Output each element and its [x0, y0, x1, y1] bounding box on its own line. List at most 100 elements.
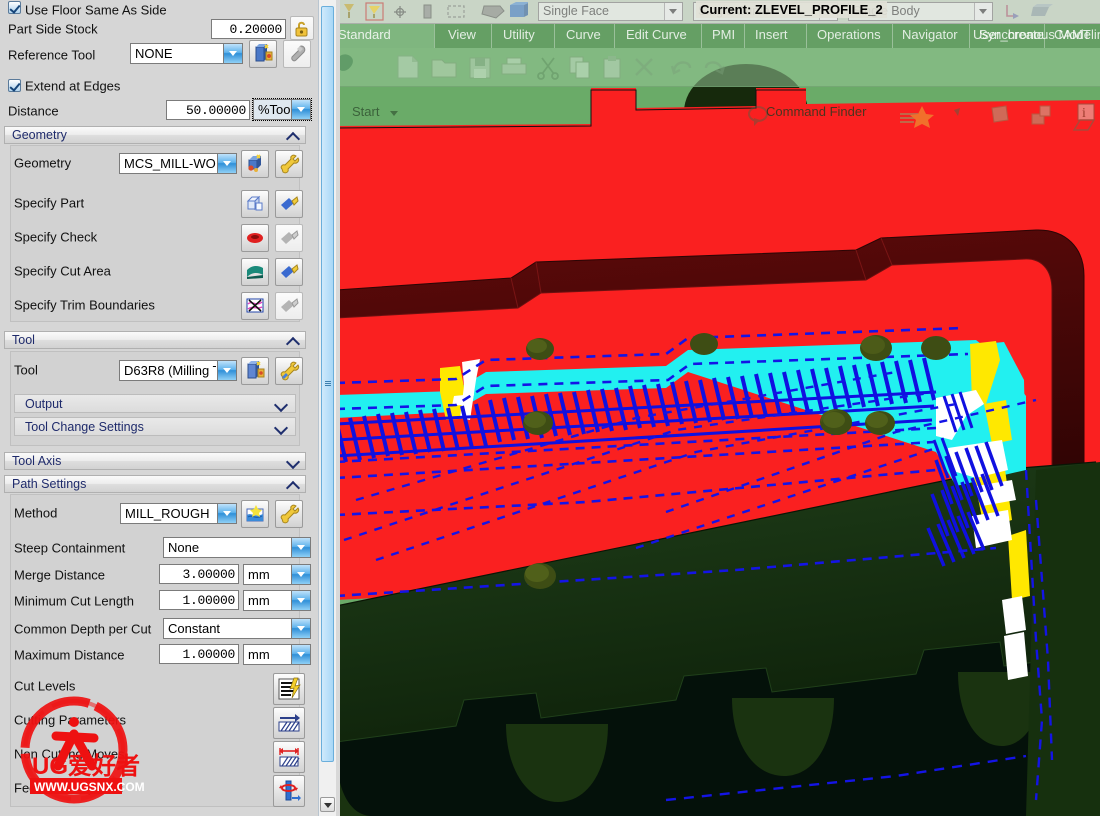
ribbon-tab-pmi[interactable]: PMI [712, 27, 735, 45]
section-header-geometry[interactable]: Geometry [4, 126, 306, 144]
ribbon-tab-camt[interactable]: CAMT [1054, 27, 1091, 45]
start-menu-button[interactable]: Start [352, 104, 379, 119]
create-geometry-button[interactable] [241, 150, 269, 178]
edit-method-button[interactable] [275, 500, 303, 528]
ribbon-tab-insert[interactable]: Insert [755, 27, 788, 45]
merge-distance-label: Merge Distance [14, 567, 106, 583]
section-header-tool[interactable]: Tool [4, 331, 306, 349]
row-specify-cut-area: Specify Cut Area [0, 258, 318, 286]
create-tool-button[interactable] [249, 40, 277, 68]
edit-tool-settings-button[interactable] [275, 357, 303, 385]
chevron-up-icon[interactable] [287, 479, 299, 491]
reference-tool-dropdown[interactable]: NONE [130, 43, 243, 64]
tool-value: D63R8 (Milling T [124, 363, 216, 378]
command-finder-label[interactable]: Command Finder [766, 104, 866, 119]
ribbon-tab-edit-curve[interactable]: Edit Curve [626, 27, 687, 45]
use-floor-same-as-side-checkbox[interactable] [8, 1, 21, 14]
create-new-tool-button[interactable] [241, 357, 269, 385]
ribbon-tab-utility[interactable]: Utility [503, 27, 535, 45]
distance-input[interactable]: 50.00000 [166, 100, 250, 120]
chevron-down-icon[interactable] [291, 645, 310, 664]
subsection-title-output: Output [25, 397, 63, 411]
non-cutting-moves-button[interactable] [273, 741, 305, 773]
minimum-cut-length-unit-dropdown[interactable]: mm [243, 590, 311, 611]
chevron-down-icon[interactable] [217, 154, 236, 173]
chevron-down-icon[interactable] [275, 399, 287, 411]
specify-trim-picker-button [275, 292, 303, 320]
section-header-path-settings[interactable]: Path Settings [4, 475, 306, 493]
row-feeds-and-speeds: Feeds and Speeds [0, 775, 318, 807]
chevron-down-icon[interactable] [275, 422, 287, 434]
ribbon-tab-curve[interactable]: Curve [566, 27, 601, 45]
subsection-output[interactable]: Output [14, 394, 296, 413]
distance-unit-dropdown[interactable]: %Tool [252, 98, 312, 121]
reference-tool-value: NONE [135, 46, 173, 61]
select-cut-area-button[interactable] [241, 258, 269, 286]
edit-tool-button [283, 40, 311, 68]
chevron-down-icon[interactable] [291, 591, 310, 610]
face-filter-dropdown[interactable]: Single Face [538, 2, 683, 21]
ribbon-tab-view[interactable]: View [448, 27, 476, 45]
chevron-down-icon[interactable] [223, 44, 242, 63]
ribbon-tab-standard[interactable]: Standard [338, 27, 391, 45]
create-method-button[interactable] [241, 500, 269, 528]
method-value: MILL_ROUGH [125, 506, 210, 521]
extend-at-edges-checkbox[interactable] [8, 79, 21, 92]
dialog-content: Use Floor Same As Side Part Side Stock 0… [0, 0, 318, 816]
cutting-parameters-button[interactable] [273, 707, 305, 739]
feeds-and-speeds-button[interactable] [273, 775, 305, 807]
chevron-down-icon[interactable] [291, 565, 310, 584]
ribbon-tab-operations[interactable]: Operations [817, 27, 881, 45]
select-part-geometry-button[interactable] [241, 190, 269, 218]
specify-trim-boundaries-label: Specify Trim Boundaries [14, 297, 155, 313]
ribbon-tab-bar: Standard View Utility Curve Edit Curve P… [336, 24, 1100, 48]
dialog-scrollbar[interactable] [318, 0, 336, 816]
chevron-down-icon[interactable] [217, 504, 236, 523]
steep-containment-dropdown[interactable]: None [163, 537, 311, 558]
chevron-down-icon[interactable] [287, 456, 299, 468]
specify-cut-area-picker-button[interactable] [275, 258, 303, 286]
subsection-tool-change-settings[interactable]: Tool Change Settings [14, 417, 296, 436]
chevron-up-icon[interactable] [287, 130, 299, 142]
row-geometry-select: Geometry MCS_MILL-WOR [0, 150, 318, 178]
ribbon-tab-navigator[interactable]: Navigator [902, 27, 958, 45]
tool-label: Tool [14, 362, 38, 378]
common-depth-per-cut-dropdown[interactable]: Constant [163, 618, 311, 639]
specify-part-picker-button[interactable] [275, 190, 303, 218]
chevron-up-icon[interactable] [287, 335, 299, 347]
chevron-down-icon[interactable] [291, 100, 310, 119]
cutting-parameters-label: Cutting Parameters [14, 712, 126, 728]
select-check-geometry-button[interactable] [241, 224, 269, 252]
chevron-down-icon[interactable] [974, 3, 992, 20]
tool-dropdown[interactable]: D63R8 (Milling T [119, 360, 237, 381]
section-title-geometry: Geometry [12, 128, 67, 142]
steep-containment-value: None [168, 540, 200, 555]
edit-geometry-button[interactable] [275, 150, 303, 178]
current-operation-label: Current: ZLEVEL_PROFILE_2 [696, 1, 887, 18]
maximum-distance-unit-dropdown[interactable]: mm [243, 644, 311, 665]
section-header-tool-axis[interactable]: Tool Axis [4, 452, 306, 470]
geometry-dropdown[interactable]: MCS_MILL-WOR [119, 153, 237, 174]
lock-icon-button[interactable] [290, 16, 314, 40]
method-dropdown[interactable]: MILL_ROUGH [120, 503, 237, 524]
quick-access-toolbar: Start Command Finder i [336, 48, 1100, 131]
chevron-down-icon[interactable] [664, 3, 682, 20]
select-trim-boundaries-button[interactable] [241, 292, 269, 320]
scrollbar-thumb[interactable] [321, 6, 334, 762]
row-method: Method MILL_ROUGH [0, 500, 318, 528]
specify-cut-area-label: Specify Cut Area [14, 263, 111, 279]
chevron-down-icon[interactable] [291, 538, 310, 557]
subsection-title-tool-change-settings: Tool Change Settings [25, 420, 144, 434]
cut-levels-button[interactable] [273, 673, 305, 705]
minimum-cut-length-input[interactable]: 1.00000 [159, 590, 239, 610]
part-side-stock-input[interactable]: 0.20000 [211, 19, 286, 39]
merge-distance-input[interactable]: 3.00000 [159, 564, 239, 584]
row-tool-select: Tool D63R8 (Milling T [0, 357, 318, 385]
chevron-down-icon[interactable] [217, 361, 236, 380]
scrollbar-down-arrow[interactable] [320, 797, 335, 812]
maximum-distance-input[interactable]: 1.00000 [159, 644, 239, 664]
ribbon-tab-user-create2[interactable]: User_create [973, 27, 1044, 45]
merge-distance-unit-dropdown[interactable]: mm [243, 564, 311, 585]
row-non-cutting-moves: Non Cutting Moves [0, 741, 318, 773]
chevron-down-icon[interactable] [291, 619, 310, 638]
